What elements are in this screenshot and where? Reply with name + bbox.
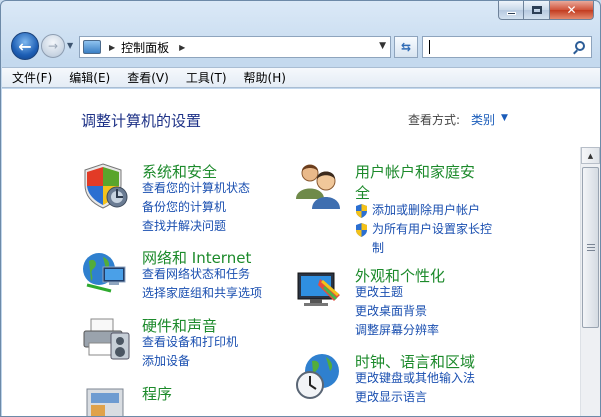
category-links: 查看网络状态和任务 选择家庭组和共享选项 <box>142 265 262 303</box>
forward-arrow-icon: → <box>47 39 59 53</box>
link-homegroup-sharing[interactable]: 选择家庭组和共享选项 <box>142 284 262 303</box>
link-text: 为所有用户设置家长控 <box>372 222 493 236</box>
printer-icon[interactable] <box>81 315 131 365</box>
category-links: 添加或删除用户帐户 为所有用户设置家长控 制 <box>355 201 492 258</box>
category-links: 更改主题 更改桌面背景 调整屏幕分辨率 <box>355 283 439 340</box>
link-backup-computer[interactable]: 备份您的计算机 <box>142 198 250 217</box>
content-pane: 调整计算机的设置 查看方式: 类别 ▼ 系统和安全 查看您的计算机状态 备份您的… <box>2 89 600 417</box>
caption-buttons: ✕ <box>498 1 594 21</box>
close-icon: ✕ <box>566 3 577 17</box>
grip-line <box>587 244 595 245</box>
page-title: 调整计算机的设置 <box>81 112 202 130</box>
category-title-line: 全 <box>355 184 371 202</box>
control-panel-icon <box>83 40 101 54</box>
search-icon[interactable] <box>575 41 585 51</box>
category-title-line: 用户帐户和家庭安 <box>355 163 476 181</box>
globe-network-icon[interactable] <box>81 247 131 297</box>
view-by-selector[interactable]: 类别 <box>471 111 495 128</box>
control-panel-window: ✕ ← → ▼ ▶ 控制面板 ▶ ▼ ⇆ 文件(F) 编辑(E) 查看(V) 工… <box>0 0 601 417</box>
back-arrow-icon: ← <box>18 36 32 56</box>
address-bar[interactable]: ▶ 控制面板 ▶ ▼ <box>79 36 391 58</box>
forward-button[interactable]: → <box>41 34 65 58</box>
link-change-theme[interactable]: 更改主题 <box>355 283 439 302</box>
clock-globe-icon[interactable] <box>294 351 344 401</box>
menu-edit[interactable]: 编辑(E) <box>69 69 110 86</box>
navigation-bar: ← → ▼ ▶ 控制面板 ▶ ▼ ⇆ <box>1 29 600 65</box>
uac-shield-icon <box>356 223 367 237</box>
text-cursor <box>429 40 430 54</box>
category-title-programs[interactable]: 程序 <box>142 383 172 404</box>
minimize-icon <box>506 11 516 15</box>
shield-icon[interactable] <box>81 161 131 211</box>
refresh-button[interactable]: ⇆ <box>394 36 418 58</box>
link-add-remove-accounts[interactable]: 添加或删除用户帐户 <box>355 201 492 220</box>
link-view-computer-status[interactable]: 查看您的计算机状态 <box>142 179 250 198</box>
monitor-paint-icon[interactable] <box>294 265 344 315</box>
vertical-scrollbar[interactable]: ▲ <box>580 147 600 416</box>
back-button[interactable]: ← <box>11 32 39 60</box>
minimize-button[interactable] <box>498 1 524 20</box>
link-parental-controls[interactable]: 为所有用户设置家长控 制 <box>355 220 492 258</box>
maximize-icon <box>531 6 542 14</box>
uac-shield-icon <box>356 204 367 218</box>
link-adjust-resolution[interactable]: 调整屏幕分辨率 <box>355 321 439 340</box>
link-text: 添加或删除用户帐户 <box>372 203 481 217</box>
link-add-device[interactable]: 添加设备 <box>142 352 238 371</box>
maximize-button[interactable] <box>524 1 550 20</box>
link-change-background[interactable]: 更改桌面背景 <box>355 302 439 321</box>
scroll-thumb[interactable] <box>582 167 599 328</box>
link-find-fix-problems[interactable]: 查找并解决问题 <box>142 217 250 236</box>
breadcrumb-control-panel[interactable]: 控制面板 <box>121 39 169 56</box>
view-by-label: 查看方式: <box>408 113 461 127</box>
link-devices-printers[interactable]: 查看设备和打印机 <box>142 333 238 352</box>
menu-help[interactable]: 帮助(H) <box>244 69 286 86</box>
breadcrumb-chevron-icon[interactable]: ▶ <box>179 43 185 52</box>
category-links: 更改键盘或其他输入法 更改显示语言 <box>355 369 475 407</box>
breadcrumb-chevron-icon[interactable]: ▶ <box>109 43 115 52</box>
category-title-user-accounts[interactable]: 用户帐户和家庭安 全 <box>355 161 475 203</box>
address-dropdown-icon[interactable]: ▼ <box>379 41 386 51</box>
scroll-up-button[interactable]: ▲ <box>581 147 600 164</box>
users-icon[interactable] <box>294 161 344 211</box>
view-dropdown-icon[interactable]: ▼ <box>501 113 508 123</box>
grip-line <box>587 247 595 248</box>
category-links: 查看设备和打印机 添加设备 <box>142 333 238 371</box>
programs-icon[interactable] <box>81 383 131 417</box>
refresh-icon: ⇆ <box>400 40 412 54</box>
close-button[interactable]: ✕ <box>550 1 594 20</box>
link-change-keyboards[interactable]: 更改键盘或其他输入法 <box>355 369 475 388</box>
grip-line <box>587 250 595 251</box>
search-input[interactable] <box>422 36 592 58</box>
link-view-network-status[interactable]: 查看网络状态和任务 <box>142 265 262 284</box>
menu-bar: 文件(F) 编辑(E) 查看(V) 工具(T) 帮助(H) <box>2 67 600 88</box>
link-text: 制 <box>372 241 385 255</box>
chevron-up-icon: ▲ <box>587 151 594 160</box>
menu-tools[interactable]: 工具(T) <box>186 69 227 86</box>
menu-file[interactable]: 文件(F) <box>12 69 52 86</box>
category-links: 查看您的计算机状态 备份您的计算机 查找并解决问题 <box>142 179 250 236</box>
menu-view[interactable]: 查看(V) <box>127 69 169 86</box>
link-change-display-language[interactable]: 更改显示语言 <box>355 388 475 407</box>
recent-pages-dropdown[interactable]: ▼ <box>67 41 77 51</box>
